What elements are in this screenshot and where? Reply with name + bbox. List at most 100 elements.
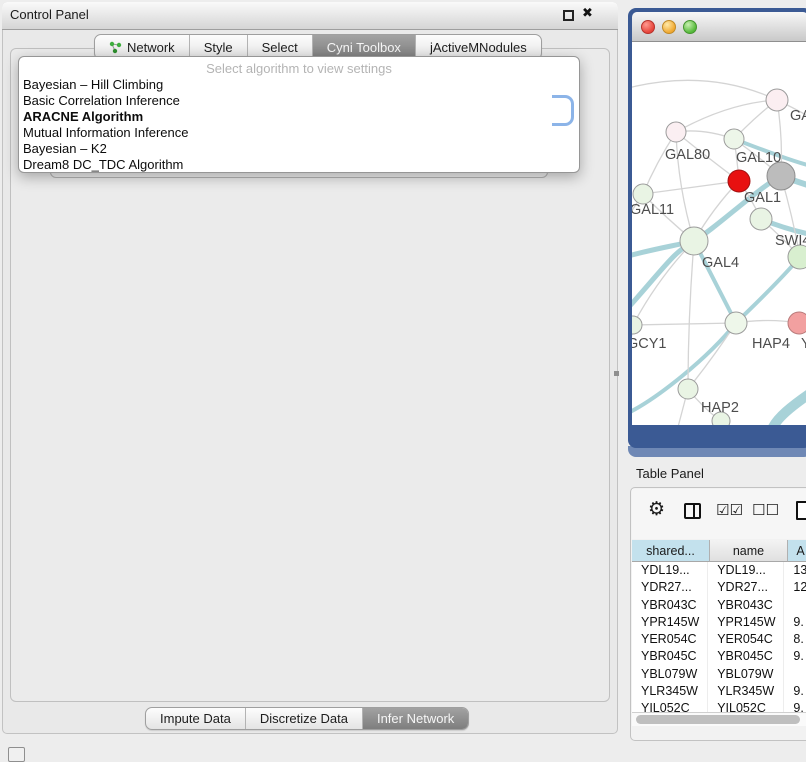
table-cell: YDL19... <box>632 562 708 579</box>
node-label-gal4: GAL4 <box>702 255 739 271</box>
algorithm-option-bayesian-k2[interactable]: Bayesian – K2 <box>19 141 579 157</box>
focused-combo-ring-fragment <box>552 95 574 126</box>
table-row[interactable]: YBL079WYBL079W <box>632 666 806 683</box>
table-row[interactable]: YDR27...YDR27...12 <box>632 579 806 596</box>
table-cell: 9. <box>784 614 806 631</box>
table-cell: YER054C <box>708 631 784 648</box>
network-graph[interactable]: GALGAL80GAL10GAL1GAL11SWI4GAL4GCY1HAP4YH… <box>632 42 806 425</box>
network-icon <box>109 41 122 54</box>
column-layout-icon[interactable] <box>684 503 701 519</box>
table-scrollbar-thumb[interactable] <box>636 715 800 724</box>
close-icon[interactable]: ✖ <box>582 6 593 21</box>
network-edge[interactable] <box>632 80 777 100</box>
table-cell: YER054C <box>632 631 708 648</box>
table-cell: YIL052C <box>708 700 784 712</box>
table-cell: YIL052C <box>632 700 708 712</box>
table-cell: YBL079W <box>632 666 708 683</box>
table-cell: YDR27... <box>708 579 784 596</box>
control-panel-title: Control Panel <box>10 7 89 22</box>
zoom-traffic-light-icon[interactable] <box>683 20 697 34</box>
table-row[interactable]: YER054CYER054C8. <box>632 631 806 648</box>
minimized-panel-icon[interactable] <box>8 747 25 762</box>
deselect-all-checkbox-icon[interactable]: ☐☐ <box>752 501 779 519</box>
table-cell: YPR145W <box>632 614 708 631</box>
node-hap2[interactable] <box>678 379 698 399</box>
node-gal10[interactable] <box>724 129 744 149</box>
tab-impute-data[interactable]: Impute Data <box>146 708 245 729</box>
node-gray[interactable] <box>767 162 795 190</box>
table-cell: 8. <box>784 631 806 648</box>
table-cell: YLR345W <box>708 683 784 700</box>
network-edge[interactable] <box>643 132 676 194</box>
float-window-icon[interactable] <box>563 10 574 21</box>
table-cell: YLR345W <box>632 683 708 700</box>
algorithm-option-aracne-algorithm[interactable]: ARACNE Algorithm <box>19 109 579 125</box>
network-canvas[interactable]: GALGAL80GAL10GAL1GAL11SWI4GAL4GCY1HAP4YH… <box>632 42 806 425</box>
table-cell: 12 <box>784 579 806 596</box>
tab-label: jActiveMNodules <box>430 40 527 55</box>
node-gal80[interactable] <box>666 122 686 142</box>
tab-infer-network[interactable]: Infer Network <box>362 708 468 729</box>
node-gal11[interactable] <box>633 184 653 204</box>
popup-prompt: Select algorithm to view settings <box>19 60 579 77</box>
table-row[interactable]: YIL052CYIL052C9. <box>632 700 806 712</box>
algorithm-option-mutual-information-inference[interactable]: Mutual Information Inference <box>19 125 579 141</box>
node-label-y: Y <box>801 336 806 352</box>
algorithm-option-bayesian-hill-climbing[interactable]: Bayesian – Hill Climbing <box>19 77 579 93</box>
node-hap4[interactable] <box>725 312 747 334</box>
table-cell: 9. <box>784 683 806 700</box>
network-edge[interactable] <box>633 323 736 325</box>
select-all-checkbox-icon[interactable]: ☑☑ <box>716 501 743 519</box>
table-cell: 9. <box>784 648 806 665</box>
tab-label: Select <box>262 40 298 55</box>
network-view-window[interactable]: GALGAL80GAL10GAL1GAL11SWI4GAL4GCY1HAP4YH… <box>628 8 806 448</box>
tab-label: Network <box>127 40 175 55</box>
column-header-shared-[interactable]: shared... <box>632 540 710 562</box>
column-header-name[interactable]: name <box>710 540 788 562</box>
network-edge-thick[interactable] <box>736 257 800 323</box>
table-cell: YBL079W <box>708 666 784 683</box>
table-rows: YDL19...YDL19...13YDR27...YDR27...12YBR0… <box>632 562 806 712</box>
table-row[interactable]: YBR043CYBR043C <box>632 597 806 614</box>
table-row[interactable]: YLR345WYLR345W9. <box>632 683 806 700</box>
algorithm-option-dream8-dc-tdc-algorithm[interactable]: Dream8 DC_TDC Algorithm <box>19 157 579 173</box>
table-row[interactable]: YDL19...YDL19...13 <box>632 562 806 579</box>
control-panel-titlebar[interactable] <box>2 2 618 30</box>
node-gcy1[interactable] <box>632 316 642 334</box>
algorithm-option-basic-correlation-inference[interactable]: Basic Correlation Inference <box>19 93 579 109</box>
table-cell: 9. <box>784 700 806 712</box>
table-row[interactable]: YBR045CYBR045C9. <box>632 648 806 665</box>
network-edge[interactable] <box>643 181 739 194</box>
node-gal4[interactable] <box>680 227 708 255</box>
network-edge[interactable] <box>688 323 736 389</box>
table-settings-gear-icon[interactable]: ⚙ <box>648 498 665 520</box>
table-horizontal-scrollbar[interactable] <box>632 712 806 726</box>
export-table-icon[interactable] <box>796 501 806 520</box>
node-label-hap2: HAP2 <box>701 400 739 416</box>
node-label-gal1: GAL1 <box>744 190 781 206</box>
table-cell: YBR043C <box>632 597 708 614</box>
network-window-titlebar[interactable] <box>632 12 806 42</box>
node-swi4[interactable] <box>750 208 772 230</box>
tab-discretize-data[interactable]: Discretize Data <box>245 708 362 729</box>
close-traffic-light-icon[interactable] <box>641 20 655 34</box>
node-label-hap4: HAP4 <box>752 336 790 352</box>
node-label-gcy1: GCY1 <box>632 336 667 352</box>
minimize-traffic-light-icon[interactable] <box>662 20 676 34</box>
table-cell: YDR27... <box>632 579 708 596</box>
column-header-a[interactable]: A <box>788 540 806 562</box>
node-label-gal: GAL <box>790 108 806 124</box>
node-red[interactable] <box>728 170 750 192</box>
table-panel-title: Table Panel <box>636 466 704 481</box>
table-cell <box>784 666 806 683</box>
node-label-gal11: GAL11 <box>632 202 674 218</box>
bottom-tab-bar: Impute DataDiscretize DataInfer Network <box>145 707 469 730</box>
network-edge[interactable] <box>676 100 777 132</box>
table-cell: YBR045C <box>632 648 708 665</box>
node-salmon[interactable] <box>788 312 806 334</box>
network-edge-thick[interactable] <box>773 388 806 425</box>
table-cell <box>784 597 806 614</box>
node-gal-top[interactable] <box>766 89 788 111</box>
table-row[interactable]: YPR145WYPR145W9. <box>632 614 806 631</box>
panel-splitter-grip[interactable] <box>614 371 619 376</box>
